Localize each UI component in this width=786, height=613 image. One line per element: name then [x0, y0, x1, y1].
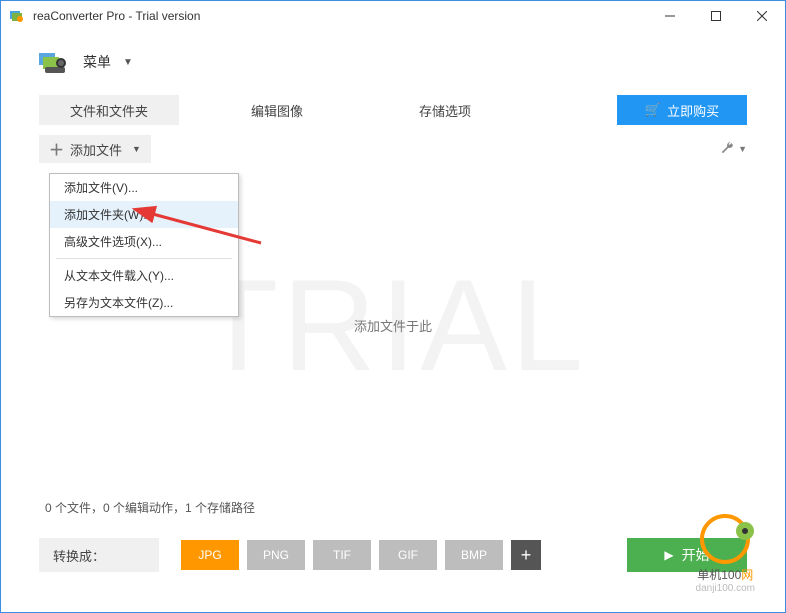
tab-save-options[interactable]: 存储选项 — [375, 95, 515, 125]
convert-to-label: 转换成： — [39, 538, 159, 572]
tab-edit-image[interactable]: 编辑图像 — [207, 95, 347, 125]
menu-item-load-from-text[interactable]: 从文本文件载入(Y)... — [50, 262, 238, 289]
app-logo-icon — [39, 51, 67, 73]
minimize-icon — [665, 11, 675, 21]
maximize-icon — [711, 11, 721, 21]
chevron-down-icon[interactable]: ▼ — [123, 57, 133, 68]
add-format-button[interactable]: + — [511, 540, 541, 570]
menu-separator — [56, 258, 232, 259]
menu-label[interactable]: 菜单 — [83, 52, 111, 72]
add-files-label: 添加文件 — [70, 140, 122, 159]
wrench-icon — [720, 141, 734, 158]
close-icon — [757, 11, 767, 21]
maximize-button[interactable] — [693, 1, 739, 31]
format-tif-button[interactable]: TIF — [313, 540, 371, 570]
chevron-down-icon: ▼ — [738, 144, 747, 154]
status-text: 0 个文件，0 个编辑动作，1 个存储路径 — [1, 483, 785, 520]
tabs-row: 文件和文件夹 编辑图像 存储选项 🛒 立即购买 — [1, 83, 785, 127]
buy-now-button[interactable]: 🛒 立即购买 — [617, 95, 747, 125]
menu-item-advanced-options[interactable]: 高级文件选项(X)... — [50, 228, 238, 255]
menu-item-save-as-text[interactable]: 另存为文本文件(Z)... — [50, 289, 238, 316]
menu-item-add-folder[interactable]: 添加文件夹(W)... — [50, 201, 238, 228]
bottom-bar: 转换成： JPG PNG TIF GIF BMP + ▶ 开始 — [1, 520, 785, 572]
format-png-button[interactable]: PNG — [247, 540, 305, 570]
buy-now-label: 立即购买 — [667, 101, 719, 120]
titlebar: reaConverter Pro - Trial version — [1, 1, 785, 31]
plus-icon: ＋ — [49, 139, 64, 160]
chevron-down-icon: ▼ — [132, 144, 141, 154]
add-files-button[interactable]: ＋ 添加文件 ▼ — [39, 135, 151, 163]
format-bmp-button[interactable]: BMP — [445, 540, 503, 570]
toolbar-row: ＋ 添加文件 ▼ ▼ — [1, 127, 785, 163]
tab-files-and-folders[interactable]: 文件和文件夹 — [39, 95, 179, 125]
window-title: reaConverter Pro - Trial version — [33, 9, 200, 23]
settings-button[interactable]: ▼ — [720, 141, 747, 158]
format-gif-button[interactable]: GIF — [379, 540, 437, 570]
add-files-dropdown: 添加文件(V)... 添加文件夹(W)... 高级文件选项(X)... 从文本文… — [49, 173, 239, 317]
cart-icon: 🛒 — [645, 102, 661, 118]
window-controls — [647, 1, 785, 31]
start-button[interactable]: ▶ 开始 — [627, 538, 747, 572]
close-button[interactable] — [739, 1, 785, 31]
start-label: 开始 — [682, 545, 710, 565]
menu-item-add-files[interactable]: 添加文件(V)... — [50, 174, 238, 201]
menu-row: 菜单 ▼ — [1, 31, 785, 83]
format-jpg-button[interactable]: JPG — [181, 540, 239, 570]
minimize-button[interactable] — [647, 1, 693, 31]
play-icon: ▶ — [664, 548, 673, 562]
app-icon — [9, 8, 25, 24]
